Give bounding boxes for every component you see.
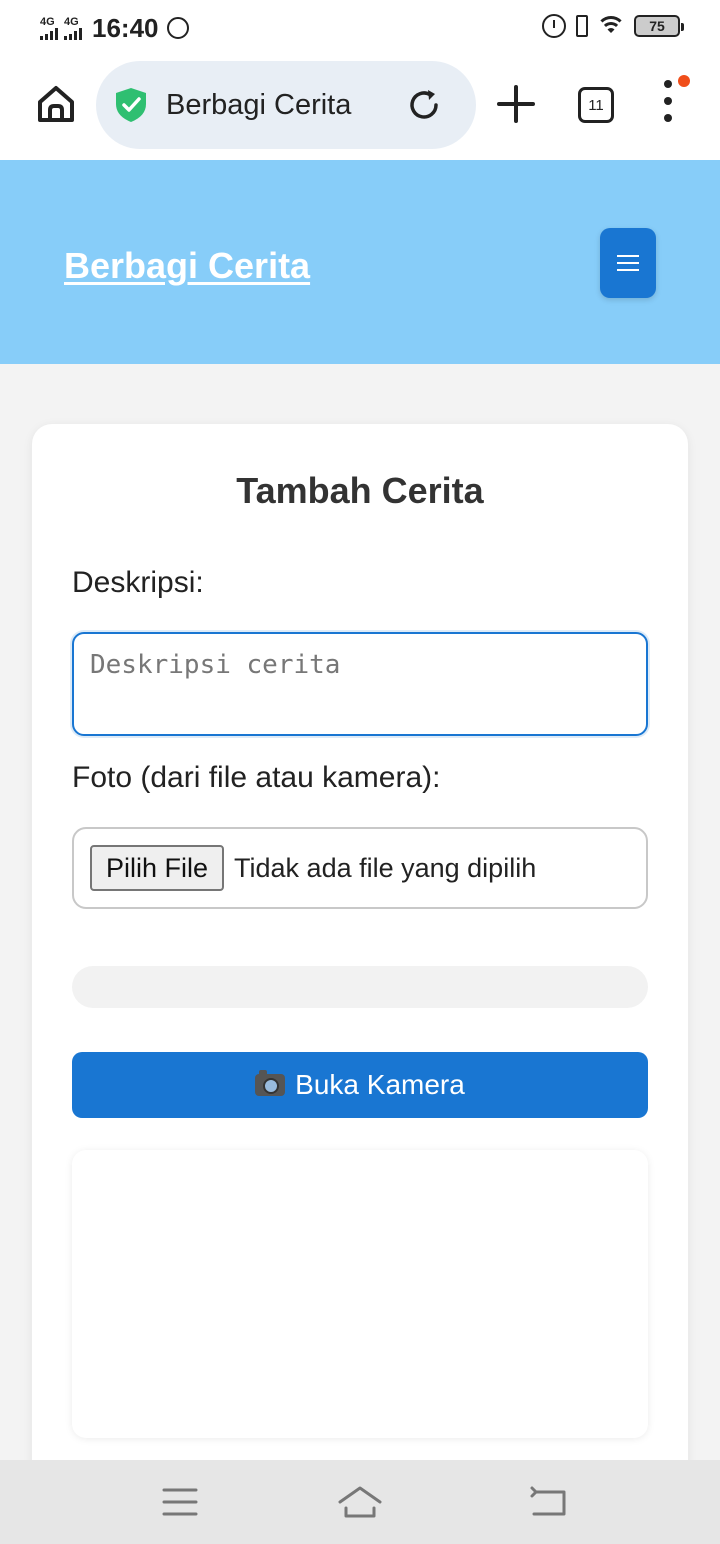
browser-toolbar: Berbagi Cerita 11 <box>0 56 720 160</box>
tabs-button[interactable]: 11 <box>578 87 614 123</box>
hamburger-button[interactable] <box>600 228 656 298</box>
system-nav-bar <box>0 1460 720 1544</box>
home-icon <box>38 86 74 122</box>
more-menu-button[interactable] <box>655 80 681 132</box>
signal-bars-icon <box>64 27 82 40</box>
choose-file-button[interactable]: Pilih File <box>90 845 225 891</box>
open-camera-label: Buka Kamera <box>295 1069 465 1100</box>
image-preview-placeholder <box>72 966 648 1008</box>
add-story-card: Tambah Cerita Deskripsi: Foto (dari file… <box>32 424 688 1524</box>
nav-menu-button[interactable] <box>160 1482 200 1522</box>
open-camera-button[interactable]: Buka Kamera <box>72 1052 648 1118</box>
brand-link[interactable]: Berbagi Cerita <box>64 245 310 287</box>
page-title: Berbagi Cerita <box>166 88 352 121</box>
wifi-icon <box>598 16 624 36</box>
nav-back-icon <box>530 1486 566 1516</box>
file-input[interactable]: Pilih File Tidak ada file yang dipilih <box>72 827 648 909</box>
tab-count: 11 <box>588 96 604 114</box>
photo-label: Foto (dari file atau kamera): <box>72 761 441 794</box>
description-input[interactable] <box>72 632 648 736</box>
site-header: Berbagi Cerita <box>0 160 720 364</box>
nav-back-button[interactable] <box>528 1482 568 1522</box>
plus-icon <box>497 85 535 123</box>
signal-bars-icon <box>40 27 58 40</box>
alarm-icon <box>542 14 566 38</box>
network-type-2: 4G <box>64 15 79 28</box>
notification-dot <box>678 75 690 87</box>
status-bar: 4G 4G 16:40 75 <box>0 0 720 56</box>
clock: 16:40 <box>92 12 159 43</box>
camera-preview <box>72 1150 648 1438</box>
nav-home-icon <box>338 1486 382 1518</box>
new-tab-button[interactable] <box>496 84 536 124</box>
signal-2: 4G <box>64 15 82 40</box>
file-status: Tidak ada file yang dipilih <box>234 852 537 883</box>
reload-icon[interactable] <box>406 87 442 123</box>
nav-home-button[interactable] <box>336 1482 384 1522</box>
address-bar[interactable]: Berbagi Cerita <box>96 61 476 149</box>
more-vert-icon <box>655 80 681 122</box>
camera-icon <box>255 1070 286 1096</box>
home-button[interactable] <box>36 84 76 124</box>
description-label: Deskripsi: <box>72 566 204 599</box>
signal-1: 4G <box>40 15 58 40</box>
whatsapp-icon <box>166 17 189 39</box>
form-title: Tambah Cerita <box>236 470 484 511</box>
shield-check-icon <box>116 88 146 122</box>
battery-icon: 75 <box>634 15 684 37</box>
network-type-1: 4G <box>40 15 55 28</box>
nav-menu-icon <box>162 1488 198 1516</box>
vibrate-icon <box>576 15 588 37</box>
hamburger-icon <box>617 250 639 276</box>
